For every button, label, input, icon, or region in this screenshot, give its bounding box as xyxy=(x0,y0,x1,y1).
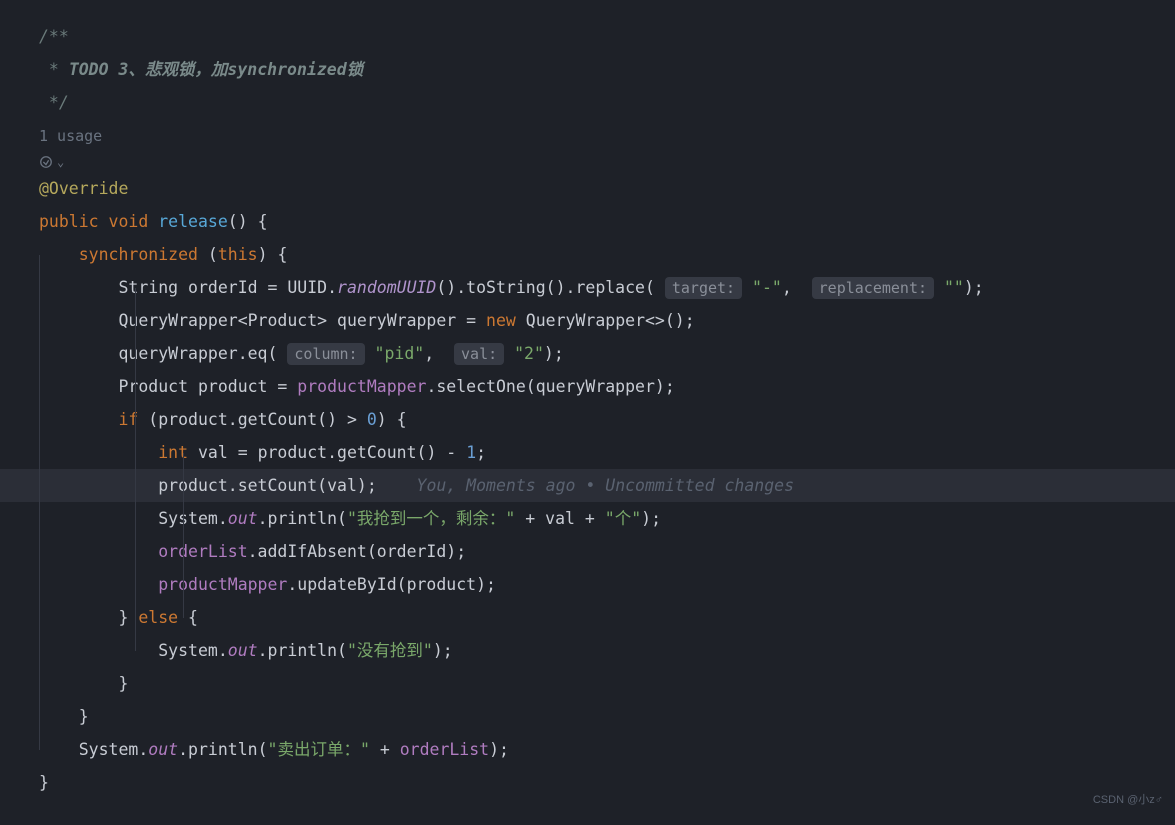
code-line: @Override xyxy=(39,172,1175,205)
code-line: orderList.addIfAbsent(orderId); xyxy=(39,535,1175,568)
code-line: System.out.println("我抢到一个，剩余：" + val + "… xyxy=(39,502,1175,535)
code-line: } xyxy=(39,766,1175,799)
code-editor[interactable]: /** * TODO 3、悲观锁，加synchronized锁 */ 1 usa… xyxy=(0,0,1175,799)
code-line: /** xyxy=(39,20,1175,53)
parameter-hint: val: xyxy=(454,343,504,365)
code-line: System.out.println("卖出订单：" + orderList); xyxy=(39,733,1175,766)
code-line: if (product.getCount() > 0) { xyxy=(39,403,1175,436)
code-line: * TODO 3、悲观锁，加synchronized锁 xyxy=(39,53,1175,86)
code-line: } xyxy=(39,667,1175,700)
code-line: } else { xyxy=(39,601,1175,634)
code-line-active: product.setCount(val); You, Moments ago … xyxy=(0,469,1175,502)
code-line: int val = product.getCount() - 1; xyxy=(39,436,1175,469)
parameter-hint: target: xyxy=(665,277,742,299)
code-line: QueryWrapper<Product> queryWrapper = new… xyxy=(39,304,1175,337)
code-line: */ xyxy=(39,86,1175,119)
watermark: CSDN @小z♂ xyxy=(1093,784,1163,817)
code-line: queryWrapper.eq( column: "pid", val: "2"… xyxy=(39,337,1175,370)
usage-hint[interactable]: 1 usage xyxy=(39,119,1175,152)
code-line: String orderId = UUID.randomUUID().toStr… xyxy=(39,271,1175,304)
gutter-override-icon[interactable]: ⌄ xyxy=(39,152,1175,172)
code-line: System.out.println("没有抢到"); xyxy=(39,634,1175,667)
parameter-hint: column: xyxy=(287,343,364,365)
code-line: productMapper.updateById(product); xyxy=(39,568,1175,601)
code-line: synchronized (this) { xyxy=(39,238,1175,271)
code-line: } xyxy=(39,700,1175,733)
parameter-hint: replacement: xyxy=(812,277,934,299)
code-line: public void release() { xyxy=(39,205,1175,238)
vcs-inline-hint: You, Moments ago • Uncommitted changes xyxy=(417,476,795,495)
code-line: Product product = productMapper.selectOn… xyxy=(39,370,1175,403)
